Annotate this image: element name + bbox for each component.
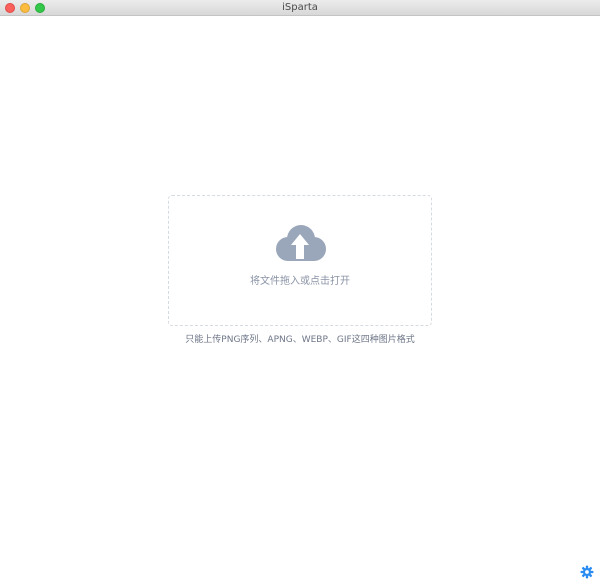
settings-button[interactable] xyxy=(580,565,594,579)
dropzone-label: 将文件拖入或点击打开 xyxy=(250,276,350,287)
cloud-upload-icon xyxy=(276,225,326,261)
format-hint: 只能上传PNG序列、APNG、WEBP、GIF这四种图片格式 xyxy=(185,335,415,345)
title-bar[interactable]: iSparta xyxy=(0,0,600,16)
window-title: iSparta xyxy=(282,2,318,13)
app-window: iSparta 将文件拖入或点击打开 只能上传PNG序列、APNG、WEBP、G… xyxy=(0,0,600,585)
upload-dropzone[interactable]: 将文件拖入或点击打开 xyxy=(168,195,432,326)
